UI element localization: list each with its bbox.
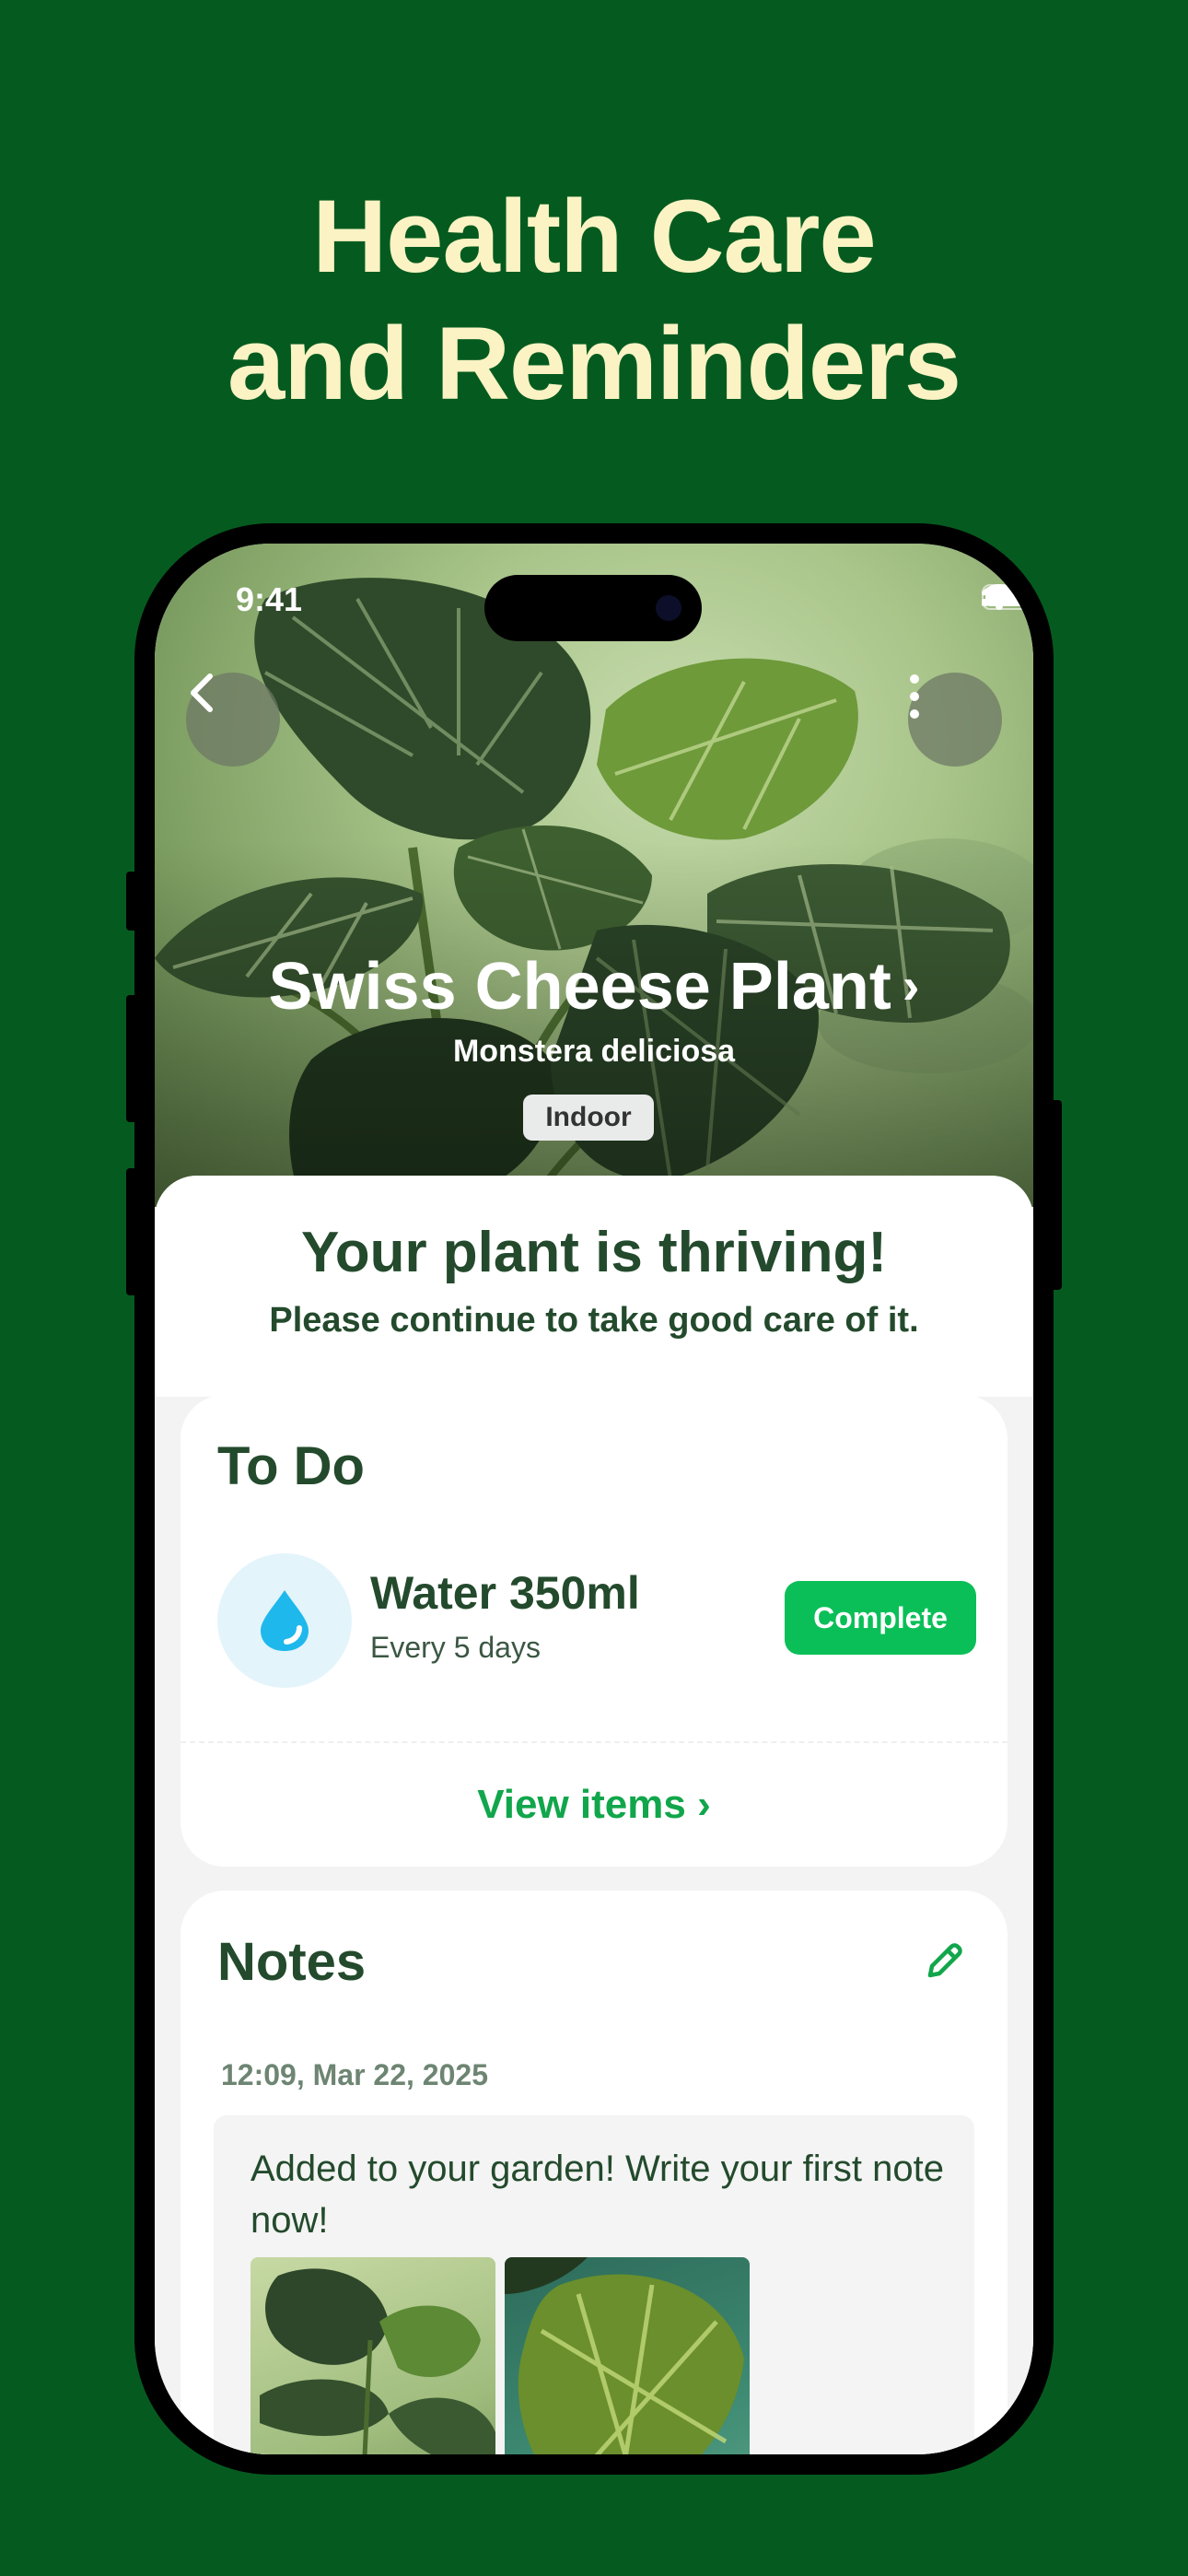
back-chevron-icon [191, 673, 213, 712]
note-date: 12:09, Mar 22, 2025 [221, 2058, 488, 2091]
front-camera [656, 595, 681, 621]
todo-divider [181, 1741, 1007, 1743]
plant-hero-image: 9:41 Swiss Cheese Plant › Monstera delic… [155, 544, 1033, 1207]
health-status-headline: Your plant is thriving! [300, 1221, 888, 1284]
status-time: 9:41 [236, 580, 303, 618]
dynamic-island [484, 575, 702, 641]
headline-line-1: Health Care [312, 179, 876, 294]
chevron-right-icon: › [902, 956, 920, 1014]
water-drop-icon [261, 1590, 309, 1651]
monstera-thumbnail [260, 2268, 495, 2454]
plant-scientific-name: Monstera deliciosa [452, 1034, 736, 1069]
view-items-link[interactable]: View items › [181, 1782, 1007, 1828]
more-options-button[interactable] [908, 673, 1002, 767]
health-status-message: Please continue to take good care of it. [269, 1301, 919, 1340]
headline-line-2: and Reminders [227, 306, 961, 421]
task-frequency: Every 5 days [370, 1631, 541, 1664]
task-title: Water 350ml [370, 1567, 640, 1619]
todo-title: To Do [217, 1436, 365, 1496]
app-screen: 9:41 Swiss Cheese Plant › Monstera delic… [155, 544, 1033, 2454]
battery-icon [982, 584, 1033, 610]
notes-title: Notes [217, 1932, 367, 1992]
plant-common-name: Swiss Cheese Plant [268, 950, 891, 1024]
todo-card: To Do Water 350ml Every 5 days Complete … [181, 1395, 1007, 1867]
plant-location-badge: Indoor [523, 1095, 654, 1141]
plant-details-sheet: Your plant is thriving! Please continue … [155, 1176, 1033, 2454]
monstera-leaf-thumbnail [505, 2257, 744, 2454]
note-text: Added to your garden! Write your first n… [250, 2149, 944, 2241]
pencil-icon[interactable] [921, 1938, 967, 1985]
task-icon-circle [217, 1553, 352, 1688]
more-vertical-icon [910, 674, 919, 719]
note-photo[interactable] [250, 2257, 495, 2454]
notes-card: Notes 12:09, Mar 22, 2025 Added to your … [181, 1891, 1007, 2454]
headline: Health Care and Reminders [0, 173, 1188, 427]
phone-frame: 9:41 Swiss Cheese Plant › Monstera delic… [134, 523, 1054, 2475]
status-banner: Your plant is thriving! Please continue … [155, 1176, 1033, 1397]
note-photo[interactable] [505, 2257, 750, 2454]
back-button[interactable] [186, 673, 280, 767]
plant-name-link[interactable]: Swiss Cheese Plant › [155, 949, 1033, 1025]
complete-task-button[interactable]: Complete [785, 1581, 976, 1655]
note-entry[interactable]: Added to your garden! Write your first n… [214, 2115, 974, 2454]
